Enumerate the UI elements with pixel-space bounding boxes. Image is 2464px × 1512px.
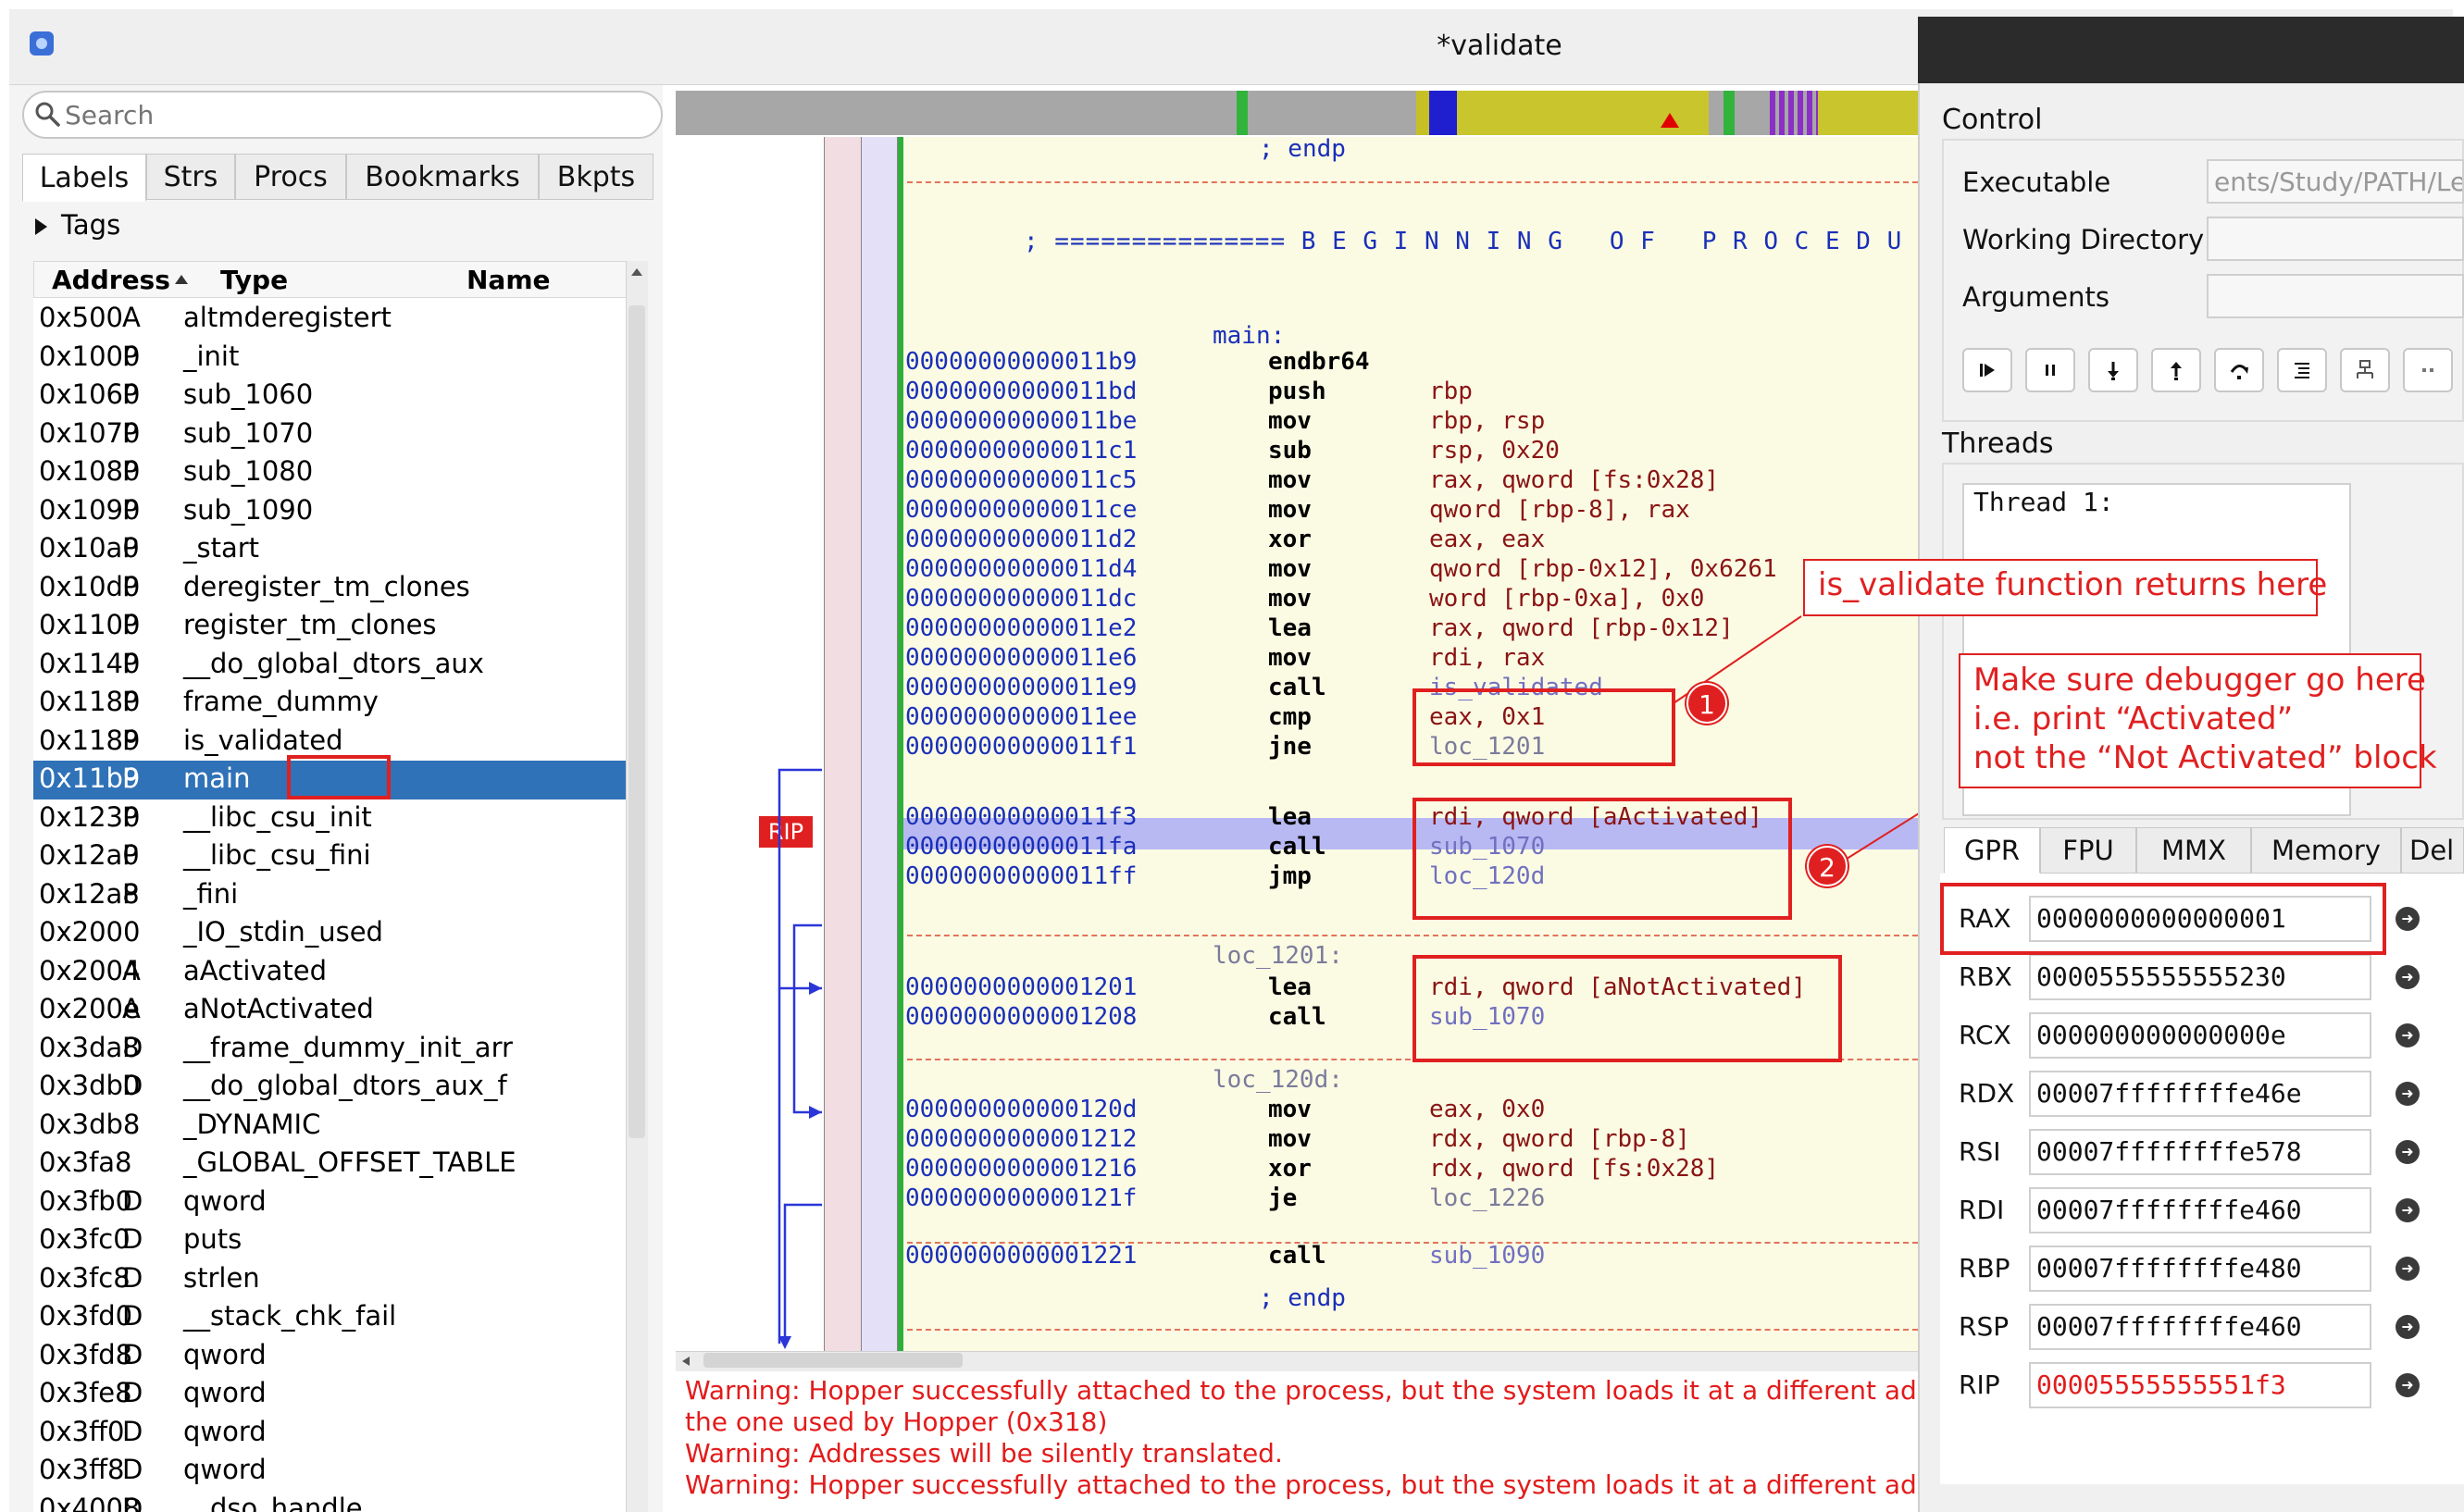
annotation-badge-2: 2: [1807, 846, 1848, 886]
register-name: RCX: [1959, 1020, 2011, 1050]
step-over-icon: [2230, 365, 2248, 379]
arguments-field[interactable]: [2207, 274, 2464, 318]
follow-arrow-icon[interactable]: ➜: [2396, 1082, 2420, 1106]
step-out-icon: [2171, 362, 2182, 380]
follow-arrow-icon[interactable]: ➜: [2396, 1315, 2420, 1339]
follow-arrow-icon[interactable]: ➜: [2396, 965, 2420, 989]
dots-icon: [2422, 368, 2433, 372]
register-value-field[interactable]: 00005555555551f3: [2029, 1362, 2371, 1408]
tab-fpu[interactable]: FPU: [2040, 827, 2136, 874]
activated-block-box: [1412, 798, 1792, 920]
follow-arrow-icon[interactable]: ➜: [2396, 907, 2420, 931]
register-name: RDX: [1959, 1078, 2015, 1109]
executable-label: Executable: [1962, 167, 2111, 198]
code-scrollbar-thumb[interactable]: [703, 1353, 963, 1368]
rax-highlight-box: [1940, 883, 2386, 955]
tab-del[interactable]: Del: [2401, 827, 2464, 874]
list-icon: [2295, 363, 2309, 378]
callout-line: Make sure debugger go here: [1973, 662, 2426, 699]
working-directory-label: Working Directory: [1962, 224, 2205, 255]
not-activated-block-box: [1412, 955, 1842, 1062]
instructions-list-button[interactable]: [2277, 348, 2327, 392]
follow-arrow-icon[interactable]: ➜: [2396, 1140, 2420, 1164]
annotation-callout-1: is_validate function returns here: [1803, 559, 2327, 616]
register-value-field[interactable]: 00007ffffffffe460: [2029, 1304, 2371, 1350]
tab-gpr[interactable]: GPR: [1944, 827, 2040, 874]
register-value-field[interactable]: 0000555555555230: [2029, 954, 2371, 1000]
log-line: Warning: Hopper successfully attached to…: [685, 1375, 1986, 1406]
log-line: the one used by Hopper (0x318): [685, 1407, 1108, 1437]
process-icon: [2357, 360, 2373, 378]
follow-arrow-icon[interactable]: ➜: [2396, 1257, 2420, 1281]
log-line: Warning: Hopper successfully attached to…: [685, 1469, 1986, 1500]
scroll-left-arrow-icon[interactable]: [679, 1355, 692, 1368]
threads-section-title: Threads: [1942, 428, 2054, 460]
log-line: Warning: Addresses will be silently tran…: [685, 1438, 1283, 1469]
register-value-field[interactable]: 00007ffffffffe46e: [2029, 1071, 2371, 1117]
more-button[interactable]: [2403, 348, 2453, 392]
tab-mmx[interactable]: MMX: [2136, 827, 2251, 874]
callout-line: i.e. print “Activated”: [1973, 700, 2294, 737]
callout-line: not the “Not Activated” block: [1973, 739, 2437, 776]
control-section-title: Control: [1942, 104, 2043, 136]
register-name: RSP: [1959, 1311, 2010, 1342]
tab-memory[interactable]: Memory: [2251, 827, 2401, 874]
register-name: RSI: [1959, 1136, 2001, 1167]
register-value-field[interactable]: 00007ffffffffe460: [2029, 1187, 2371, 1233]
debugger-panel-header: [1918, 17, 2464, 83]
register-value-field[interactable]: 000000000000000e: [2029, 1012, 2371, 1059]
process-button[interactable]: [2340, 348, 2390, 392]
register-name: RBX: [1959, 961, 2012, 992]
register-name: RBP: [1959, 1253, 2010, 1283]
step-into-icon: [2108, 362, 2119, 380]
annotation-badge-1: 1: [1686, 683, 1727, 724]
follow-arrow-icon[interactable]: ➜: [2396, 1023, 2420, 1047]
executable-field[interactable]: ents/Study/PATH/Le: [2207, 159, 2464, 204]
pause-button[interactable]: [2025, 348, 2075, 392]
register-value-field[interactable]: 00007ffffffffe578: [2029, 1129, 2371, 1175]
step-into-button[interactable]: [2088, 348, 2138, 392]
step-out-button[interactable]: [2151, 348, 2201, 392]
annotation-callout-2: Make sure debugger go here i.e. print “A…: [1959, 653, 2437, 788]
register-name: RDI: [1959, 1195, 2005, 1225]
continue-button[interactable]: [1962, 348, 2012, 392]
step-over-button[interactable]: [2214, 348, 2264, 392]
thread-item[interactable]: Thread 1:: [1973, 487, 2114, 517]
working-directory-field[interactable]: [2207, 217, 2464, 261]
is-validated-call-box: [1412, 688, 1675, 766]
follow-arrow-icon[interactable]: ➜: [2396, 1198, 2420, 1222]
play-icon: [1980, 364, 1995, 377]
register-name: RIP: [1959, 1369, 2000, 1400]
pause-icon: [2046, 365, 2055, 376]
follow-arrow-icon[interactable]: ➜: [2396, 1373, 2420, 1397]
register-value-field[interactable]: 00007ffffffffe480: [2029, 1246, 2371, 1292]
arguments-label: Arguments: [1962, 281, 2109, 313]
